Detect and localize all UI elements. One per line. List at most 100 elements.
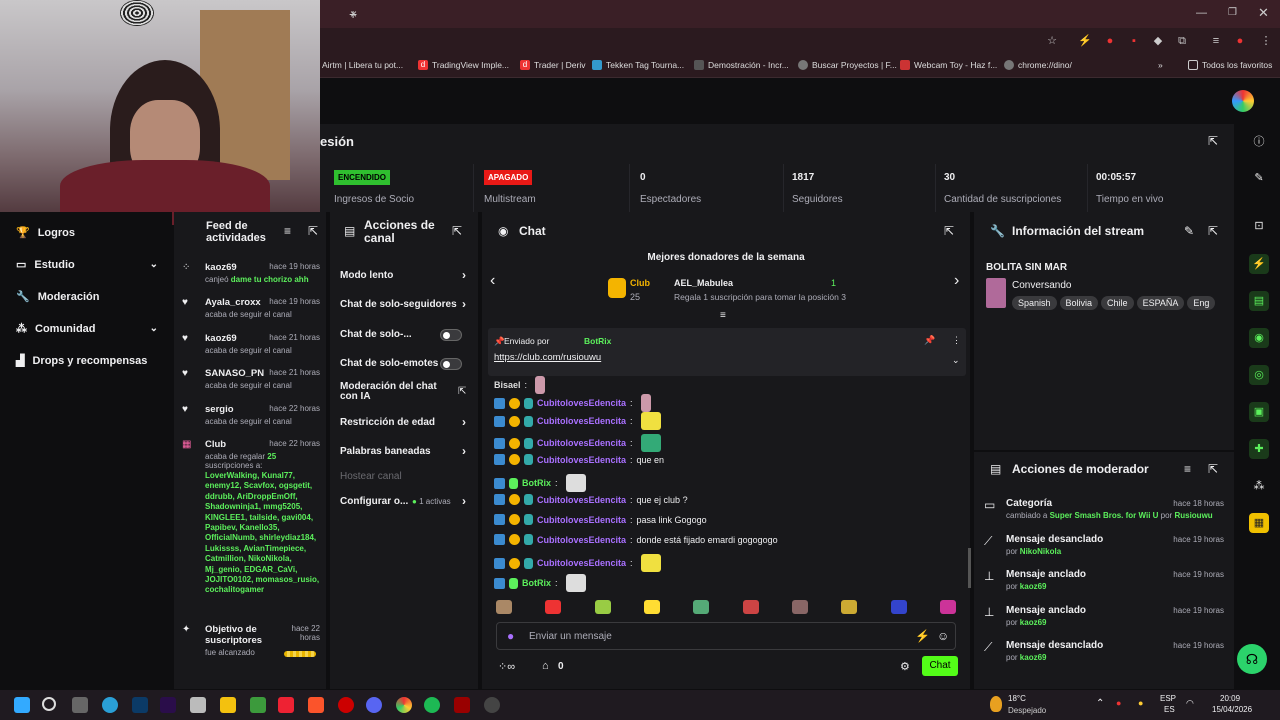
pencil-icon[interactable]: ✎ <box>1184 224 1194 238</box>
more-icon[interactable]: ⋮ <box>952 335 961 346</box>
clock-time[interactable]: 20:09 <box>1220 694 1240 703</box>
store-icon[interactable]: ⌂ <box>542 660 549 672</box>
tag[interactable]: Chile <box>1101 296 1134 310</box>
premiere-icon[interactable] <box>160 697 176 713</box>
slow-mode-item[interactable]: Modo lento › <box>340 268 470 282</box>
bookmark[interactable]: Tekken Tag Tourna... <box>592 60 684 70</box>
collapse-icon[interactable]: ≡ <box>720 310 726 321</box>
donor-name[interactable]: AEL_Mabulea <box>674 278 733 288</box>
tag[interactable]: ESPAÑA <box>1136 296 1185 310</box>
search-icon[interactable] <box>42 697 56 711</box>
configure-item[interactable]: Configurar o... ● 1 activas › <box>340 494 470 508</box>
menu-icon[interactable]: ≡ <box>1210 35 1222 47</box>
spotify-icon[interactable] <box>424 697 440 713</box>
external-link-icon[interactable]: ⇱ <box>458 386 466 397</box>
app-icon[interactable] <box>338 697 354 713</box>
wifi-icon[interactable]: ◠ <box>1186 698 1194 709</box>
sub-only-toggle[interactable] <box>440 329 462 341</box>
discord-icon[interactable] <box>366 697 382 713</box>
broadcast-icon[interactable]: ◎ <box>1249 365 1269 385</box>
emote[interactable] <box>841 600 858 614</box>
pinned-link[interactable]: https://club.com/rusiouwu <box>494 352 601 363</box>
store-icon[interactable] <box>190 697 206 713</box>
minimize-icon[interactable]: — <box>1196 7 1207 19</box>
tray-icon[interactable]: ● <box>1138 698 1143 708</box>
nav-moderacion[interactable]: 🔧 Moderación <box>16 290 158 304</box>
extension-icon[interactable]: ◆ <box>1152 35 1164 47</box>
emote-only-toggle[interactable] <box>440 358 462 370</box>
scrollbar[interactable] <box>968 548 971 588</box>
age-restriction-item[interactable]: Restricción de edad › <box>340 415 470 429</box>
document-icon[interactable]: ▤ <box>1249 291 1269 311</box>
banned-words-item[interactable]: Palabras baneadas › <box>340 444 470 458</box>
nav-comunidad[interactable]: ⁂ Comunidad ⌄ <box>16 322 158 336</box>
bookmark[interactable]: d Trader | Deriv <box>520 60 586 70</box>
tag[interactable]: Spanish <box>1012 296 1057 310</box>
emote[interactable] <box>742 600 759 614</box>
bookmark[interactable]: Buscar Proyectos | F... <box>798 60 897 70</box>
popout-icon[interactable]: ⇱ <box>944 224 954 238</box>
filter-icon[interactable]: ≡ <box>1184 462 1191 476</box>
chat-input[interactable]: ● Enviar un mensaje ⚡ ☺ <box>496 622 956 650</box>
bookmark[interactable]: Demostración - Incr... <box>694 60 789 70</box>
bookmark[interactable]: Airtm | Libera tu pot... <box>322 60 403 70</box>
emoji-icon[interactable]: ☺ <box>937 629 949 643</box>
weather-temp[interactable]: 18°C <box>1008 694 1026 703</box>
emote[interactable] <box>791 600 808 614</box>
chevron-left-icon[interactable]: ‹ <box>490 272 495 290</box>
star-icon[interactable]: ☆ <box>1046 35 1058 47</box>
popout-icon[interactable]: ⇱ <box>308 224 318 238</box>
bookmark[interactable]: chrome://dino/ <box>1004 60 1072 70</box>
emote[interactable] <box>594 600 611 614</box>
app-icon[interactable] <box>454 697 470 713</box>
obs-icon[interactable] <box>484 697 500 713</box>
folder-icon[interactable] <box>220 697 236 713</box>
windows-start-icon[interactable] <box>14 697 30 713</box>
wrench-icon[interactable]: ✚ <box>1249 439 1269 459</box>
extension-icon[interactable]: ⚡ <box>1078 35 1092 47</box>
deriv-icon[interactable] <box>278 697 294 713</box>
extension-icon[interactable]: ▪ <box>1128 35 1140 47</box>
popout-icon[interactable]: ⇱ <box>1208 462 1218 476</box>
popout-icon[interactable]: ⇱ <box>1208 224 1218 238</box>
weather-text[interactable]: Despejado <box>1008 706 1046 715</box>
host-channel-item[interactable]: Hostear canal <box>340 471 470 482</box>
filter-icon[interactable]: ≡ <box>284 224 291 238</box>
bookmark-folder[interactable]: Todos los favoritos <box>1188 60 1272 70</box>
channel-points-icon[interactable]: ⁘∞ <box>498 660 515 673</box>
chat-icon[interactable]: ◉ <box>1249 328 1269 348</box>
more-icon[interactable]: ⋮ <box>1260 35 1272 47</box>
close-window-icon[interactable]: ✕ <box>1258 5 1269 21</box>
pencil-icon[interactable]: ✎ <box>1249 168 1269 188</box>
maximize-icon[interactable]: ❐ <box>1228 7 1237 18</box>
gift-icon[interactable]: ▦ <box>1249 513 1269 533</box>
microphone-icon[interactable]: ● <box>507 629 514 643</box>
tag[interactable]: Bolivia <box>1059 296 1099 310</box>
chevron-right-icon[interactable]: » <box>1158 60 1163 70</box>
category-name[interactable]: Conversando <box>1012 280 1071 291</box>
bookmark[interactable]: d TradingView Imple... <box>418 60 509 70</box>
popout-icon[interactable]: ⇱ <box>452 224 462 238</box>
settings-icon[interactable]: ⚙ <box>900 660 910 673</box>
emote[interactable] <box>496 600 512 614</box>
brave-icon[interactable] <box>308 697 324 713</box>
ai-moderation-item[interactable]: Moderación del chat con IA <box>340 382 450 402</box>
nav-logros[interactable]: 🏆 Logros <box>16 226 158 240</box>
translate-icon[interactable]: ⚡ <box>915 629 930 643</box>
photoshop-icon[interactable] <box>132 697 148 713</box>
emote[interactable] <box>890 600 907 614</box>
nav-drops[interactable]: ▟ Drops y recompensas <box>16 354 158 368</box>
chrome-icon[interactable] <box>396 697 412 713</box>
followers-only-item[interactable]: Chat de solo-seguidores › <box>340 297 470 311</box>
avatar[interactable] <box>1232 90 1254 112</box>
donor-name[interactable]: Club <box>630 278 650 288</box>
extension-icon[interactable]: ● <box>1104 35 1116 47</box>
emote[interactable] <box>545 600 562 614</box>
screen-icon[interactable]: ⊡ <box>1249 216 1269 236</box>
bookmark[interactable]: Webcam Toy - Haz f... <box>900 60 997 70</box>
tag[interactable]: Eng <box>1187 296 1216 310</box>
nav-estudio[interactable]: ▭ Estudio ⌄ <box>16 258 158 272</box>
popout-icon[interactable]: ⇱ <box>1208 134 1218 148</box>
edge-icon[interactable] <box>102 697 118 713</box>
language-indicator[interactable]: ESP <box>1160 694 1176 703</box>
